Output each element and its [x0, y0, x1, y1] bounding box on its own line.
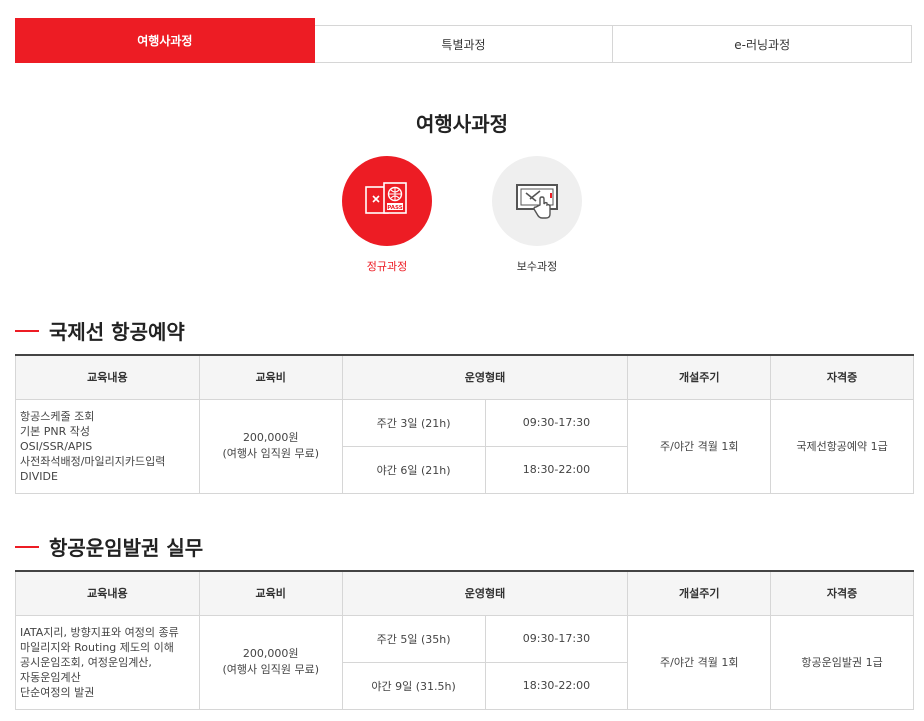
fee-value: 200,000원 [242, 647, 299, 660]
schedule-type: 주간 3일 (21h) [341, 398, 486, 447]
schedule-time: 18:30-22:00 [484, 445, 629, 494]
schedule-type: 야간 6일 (21h) [341, 445, 486, 494]
course-tabs: 여행사과정 특별과정 e-러닝과정 [15, 18, 913, 63]
passport-icon[interactable]: PASS [342, 156, 432, 246]
content-line: 사전좌석배정/마일리지카드입력 [20, 454, 166, 468]
cycle-cell: 주/야간 격월 1회 [627, 614, 772, 710]
content-line: 마일리지와 Routing 제도의 이해 [20, 640, 174, 654]
content-line: 단순여정의 발권 [20, 685, 95, 699]
course-regular-label: 정규과정 [366, 260, 408, 273]
course-regular[interactable]: PASS 정규과정 [342, 156, 432, 274]
col-certificate: 자격증 [770, 571, 914, 616]
content-cell: 항공스케줄 조회 기본 PNR 작성 OSI/SSR/APIS 사전좌석배정/마… [15, 398, 200, 494]
content-line: 기본 PNR 작성 [20, 424, 90, 438]
schedule-type: 야간 9일 (31.5h) [341, 661, 486, 710]
fee-note: (여행사 임직원 무료) [222, 447, 320, 460]
schedule-time: 09:30-17:30 [484, 398, 629, 447]
col-cycle: 개설주기 [627, 355, 772, 400]
content-line: 항공스케줄 조회 [20, 409, 95, 423]
content-line: IATA지리, 방향지표와 여정의 종류 [20, 625, 179, 639]
section-title: 국제선 항공예약 [49, 320, 185, 344]
col-operation: 운영형태 [341, 571, 629, 616]
content-line: OSI/SSR/APIS [20, 439, 93, 453]
course-table: 교육내용 교육비 운영형태 개설주기 자격증 항공스케줄 조회 기본 PNR 작… [15, 354, 914, 494]
content-cell: IATA지리, 방향지표와 여정의 종류 마일리지와 Routing 제도의 이… [15, 614, 200, 710]
tab-special[interactable]: 특별과정 [314, 25, 614, 63]
course-table: 교육내용 교육비 운영형태 개설주기 자격증 IATA지리, 방향지표와 여정의… [15, 570, 914, 710]
section-title: 항공운임발권 실무 [49, 536, 204, 560]
content-line: 자동운임계산 [20, 670, 81, 684]
tab-elearning[interactable]: e-러닝과정 [613, 25, 913, 63]
fee-note: (여행사 임직원 무료) [222, 663, 319, 676]
content-line: DIVIDE [20, 469, 58, 483]
col-cycle: 개설주기 [627, 571, 772, 616]
section-heading: 항공운임발권 실무 [15, 532, 203, 561]
heading-bar [15, 545, 39, 548]
schedule-time: 09:30-17:30 [484, 614, 629, 663]
section-heading: 국제선 항공예약 [15, 316, 185, 345]
fee-cell: 200,000원 (여행사 임직원 무료) [198, 398, 343, 494]
course-refresher-label: 보수과정 [516, 260, 558, 273]
content-line: 공시운임조회, 여정운임계산, [20, 655, 152, 669]
course-icon-list: PASS 정규과정 보수과정 [0, 156, 924, 274]
table-row: 항공스케줄 조회 기본 PNR 작성 OSI/SSR/APIS 사전좌석배정/마… [15, 398, 914, 494]
fee-value: 200,000원 [242, 431, 299, 444]
col-operation: 운영형태 [341, 355, 629, 400]
fee-cell: 200,000원 (여행사 임직원 무료) [198, 614, 343, 710]
page-title: 여행사과정 [416, 112, 508, 136]
screen-touch-icon[interactable] [492, 156, 582, 246]
col-content: 교육내용 [15, 571, 200, 616]
certificate-cell: 국제선항공예약 1급 [770, 398, 914, 494]
course-refresher[interactable]: 보수과정 [492, 156, 582, 274]
col-fee: 교육비 [198, 571, 343, 616]
table-row: IATA지리, 방향지표와 여정의 종류 마일리지와 Routing 제도의 이… [15, 614, 914, 710]
tab-travel-agency[interactable]: 여행사과정 [15, 18, 315, 63]
col-certificate: 자격증 [770, 355, 914, 400]
cycle-cell: 주/야간 격월 1회 [627, 398, 772, 494]
heading-bar [15, 329, 39, 332]
svg-text:PASS: PASS [387, 205, 402, 211]
certificate-cell: 항공운임발권 1급 [770, 614, 914, 710]
schedule-time: 18:30-22:00 [484, 661, 629, 710]
schedule-type: 주간 5일 (35h) [341, 614, 486, 663]
col-fee: 교육비 [198, 355, 343, 400]
col-content: 교육내용 [15, 355, 200, 400]
